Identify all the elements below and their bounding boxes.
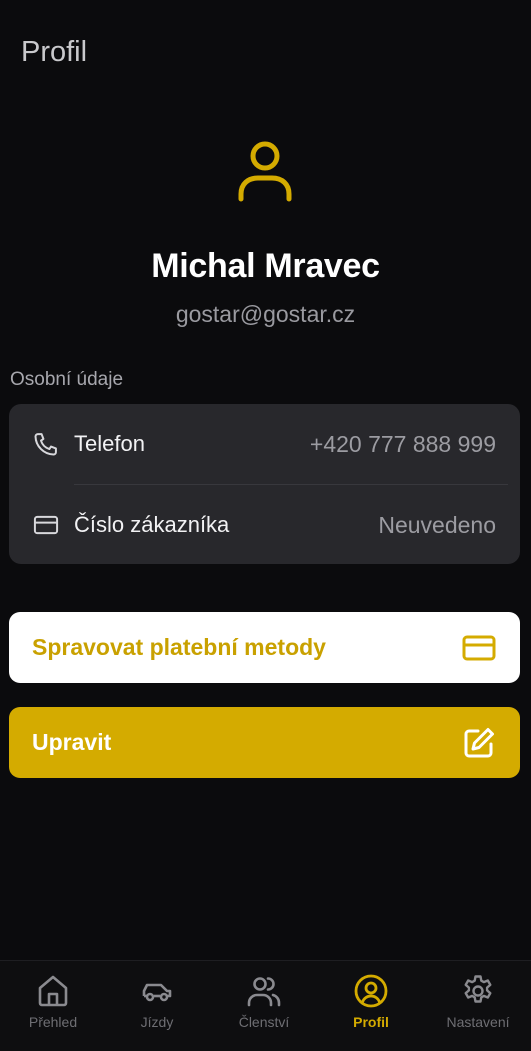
car-icon — [142, 983, 172, 1002]
credit-card-icon — [462, 635, 496, 660]
info-row-customer-number: Číslo zákazníka Neuvedeno — [9, 485, 520, 564]
info-label-customer-number: Číslo zákazníka — [74, 512, 230, 537]
user-circle-icon — [354, 974, 388, 1008]
manage-payment-methods-label: Spravovat platební metody — [32, 634, 326, 660]
bottom-navigation: Přehled Jízdy Členství Profil Nastavení — [0, 960, 531, 1051]
nav-item-rides[interactable]: Jízdy — [104, 961, 210, 1051]
nav-item-overview[interactable]: Přehled — [0, 961, 106, 1051]
home-icon — [38, 975, 68, 1007]
edit-icon — [464, 727, 494, 757]
edit-profile-button[interactable]: Upravit — [9, 707, 520, 778]
info-row-phone: Telefon +420 777 888 999 — [9, 404, 520, 484]
phone-icon — [34, 433, 57, 456]
nav-label-rides: Jízdy — [140, 1014, 174, 1030]
nav-item-membership[interactable]: Členství — [211, 961, 317, 1051]
user-email: gostar@gostar.cz — [175, 301, 356, 327]
nav-label-membership: Členství — [238, 1014, 290, 1030]
info-label-phone: Telefon — [74, 431, 145, 456]
info-value-phone: +420 777 888 999 — [309, 430, 496, 457]
manage-payment-methods-button[interactable]: Spravovat platební metody — [9, 612, 520, 683]
nav-item-profile[interactable]: Profil — [318, 961, 424, 1051]
nav-item-settings[interactable]: Nastavení — [425, 961, 531, 1051]
personal-info-card: Telefon +420 777 888 999 Číslo zákazníka… — [9, 404, 520, 564]
users-icon — [247, 977, 281, 1007]
gear-icon — [464, 975, 492, 1003]
nav-label-settings: Nastavení — [446, 1014, 510, 1030]
nav-label-profile: Profil — [353, 1014, 389, 1030]
nav-label-overview: Přehled — [28, 1014, 78, 1030]
page-title: Profil — [21, 36, 88, 68]
section-label-personal: Osobní údaje — [10, 369, 124, 390]
edit-profile-label: Upravit — [32, 729, 112, 755]
user-icon — [238, 141, 292, 202]
info-value-customer-number: Neuvedeno — [378, 511, 496, 538]
profile-screen: Profil Michal Mravec gostar@gostar.cz Os… — [0, 0, 531, 1051]
user-name: Michal Mravec — [151, 247, 380, 285]
card-icon — [33, 515, 59, 535]
